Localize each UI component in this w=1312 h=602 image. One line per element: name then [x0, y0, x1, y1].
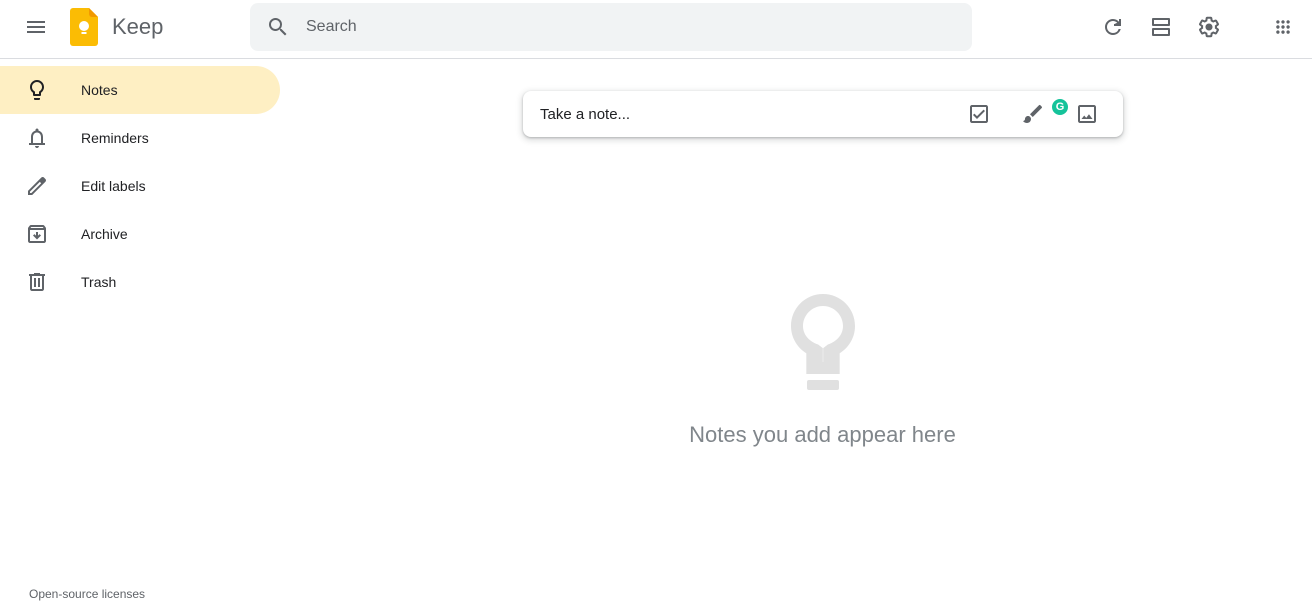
- bell-icon: [29, 128, 45, 148]
- settings-button[interactable]: [1189, 7, 1229, 47]
- google-apps-button[interactable]: [1263, 7, 1303, 47]
- empty-state: Notes you add appear here: [650, 290, 995, 448]
- search-input[interactable]: [306, 3, 946, 51]
- sidebar-item-notes[interactable]: Notes: [0, 66, 280, 114]
- new-list-checkbox-icon[interactable]: [967, 102, 991, 126]
- pencil-icon: [28, 177, 47, 195]
- app-title[interactable]: Keep: [112, 14, 163, 40]
- empty-state-message: Notes you add appear here: [689, 422, 956, 447]
- keep-logo-icon[interactable]: [70, 8, 98, 46]
- search-icon: [269, 18, 287, 36]
- sidebar-item-trash[interactable]: Trash: [0, 258, 280, 306]
- lightbulb-icon: [30, 80, 44, 100]
- gear-icon: [1198, 16, 1220, 38]
- new-drawing-brush-icon[interactable]: [1021, 102, 1045, 126]
- sidebar-item-edit-labels[interactable]: Edit labels: [0, 162, 280, 210]
- sidebar-item-label: Edit labels: [81, 178, 146, 194]
- apps-grid-icon: [1276, 20, 1290, 34]
- sidebar-item-label: Archive: [81, 226, 128, 242]
- open-source-licenses-link[interactable]: Open-source licenses: [29, 587, 145, 601]
- sidebar-item-reminders[interactable]: Reminders: [0, 114, 280, 162]
- sidebar-nav: Notes Reminders Edit labels Archive Tras…: [0, 66, 280, 306]
- refresh-button[interactable]: [1093, 7, 1133, 47]
- take-note-input[interactable]: Take a note... G: [523, 91, 1123, 137]
- refresh-icon: [1105, 19, 1121, 35]
- sidebar-item-label: Trash: [81, 274, 117, 290]
- sidebar-item-label: Notes: [81, 82, 118, 98]
- new-image-icon[interactable]: [1075, 102, 1099, 126]
- grammarly-badge[interactable]: G: [1051, 98, 1069, 116]
- sidebar-item-label: Reminders: [81, 130, 149, 146]
- sidebar-item-archive[interactable]: Archive: [0, 210, 280, 258]
- search-button[interactable]: [258, 7, 298, 47]
- archive-icon: [28, 225, 46, 243]
- trash-icon: [29, 273, 45, 291]
- list-view-icon: [1152, 18, 1170, 36]
- list-view-button[interactable]: [1141, 7, 1181, 47]
- empty-lightbulb-icon: [790, 294, 855, 390]
- search-bar[interactable]: [250, 3, 972, 51]
- take-note-placeholder[interactable]: Take a note...: [540, 106, 630, 123]
- hamburger-menu-icon: [27, 21, 45, 33]
- main-menu-button[interactable]: [16, 7, 56, 47]
- top-bar: Keep: [0, 0, 1312, 59]
